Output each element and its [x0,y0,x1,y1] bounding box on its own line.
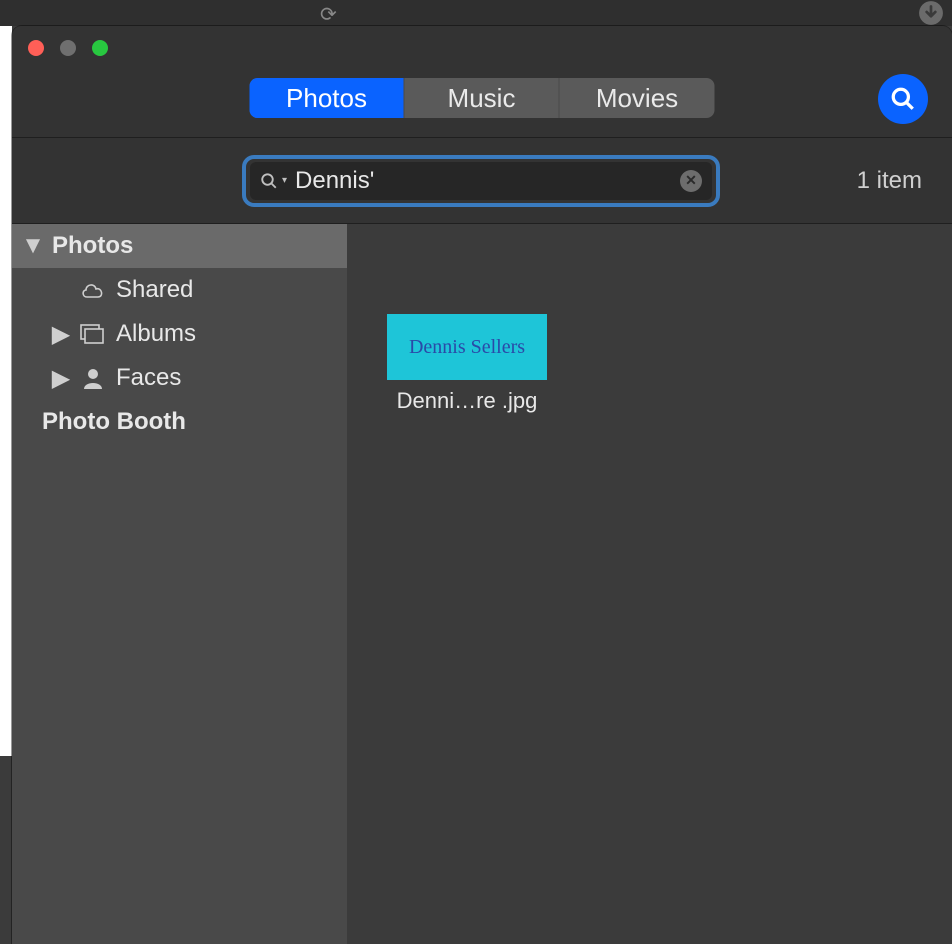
window-controls [28,40,108,56]
thumbnail-filename: Denni…re .jpg [397,388,538,414]
tab-movies[interactable]: Movies [560,78,715,118]
minimize-window-button[interactable] [60,40,76,56]
search-input[interactable] [295,167,672,195]
thumbnail-image: Dennis Sellers [387,314,547,380]
sidebar-item-photos[interactable]: ▼ Photos [12,224,347,268]
disclosure-triangle-icon[interactable]: ▶ [52,364,70,393]
sidebar-item-albums[interactable]: ▶ Albums [12,312,347,356]
sidebar-item-label: Albums [116,320,196,348]
background-toolbar: ⟳ [0,0,952,26]
albums-icon [80,324,106,344]
search-bar-row: ▾ ✕ 1 item [12,138,952,224]
sidebar-item-photobooth[interactable]: Photo Booth [12,400,347,444]
results-grid: Dennis Sellers Denni…re .jpg [347,224,952,944]
disclosure-triangle-icon[interactable]: ▼ [24,232,42,260]
sidebar-item-faces[interactable]: ▶ Faces [12,356,347,400]
zoom-window-button[interactable] [92,40,108,56]
tab-music[interactable]: Music [405,78,560,118]
disclosure-triangle-icon[interactable]: ▶ [52,320,70,349]
sidebar-item-label: Shared [116,276,193,304]
sidebar-item-label: Photo Booth [42,408,186,436]
body: ▼ Photos ▶ Shared ▶ Albums ▶ [12,224,952,944]
result-item[interactable]: Dennis Sellers Denni…re .jpg [387,314,547,414]
search-icon [890,86,916,112]
search-field-focus-ring: ▾ ✕ [242,155,720,207]
media-browser-window: Photos Music Movies ▾ ✕ 1 item ▼ Photos [12,26,952,944]
background-document [0,26,12,756]
refresh-icon: ⟳ [320,2,337,27]
close-window-button[interactable] [28,40,44,56]
sidebar-item-shared[interactable]: ▶ Shared [12,268,347,312]
tab-photos[interactable]: Photos [250,78,405,118]
cloud-icon [80,281,106,299]
sidebar: ▼ Photos ▶ Shared ▶ Albums ▶ [12,224,347,944]
result-count: 1 item [857,167,922,195]
search-button[interactable] [878,74,928,124]
media-type-tabs: Photos Music Movies [250,78,715,118]
search-scope-icon[interactable] [260,172,278,190]
titlebar: Photos Music Movies [12,26,952,138]
sidebar-item-label: Photos [52,232,133,260]
sidebar-item-label: Faces [116,364,181,392]
chevron-down-icon[interactable]: ▾ [282,175,287,186]
search-field[interactable]: ▾ ✕ [250,162,712,200]
thumbnail-signature-text: Dennis Sellers [409,336,525,359]
clear-search-button[interactable]: ✕ [680,170,702,192]
person-icon [80,367,106,389]
